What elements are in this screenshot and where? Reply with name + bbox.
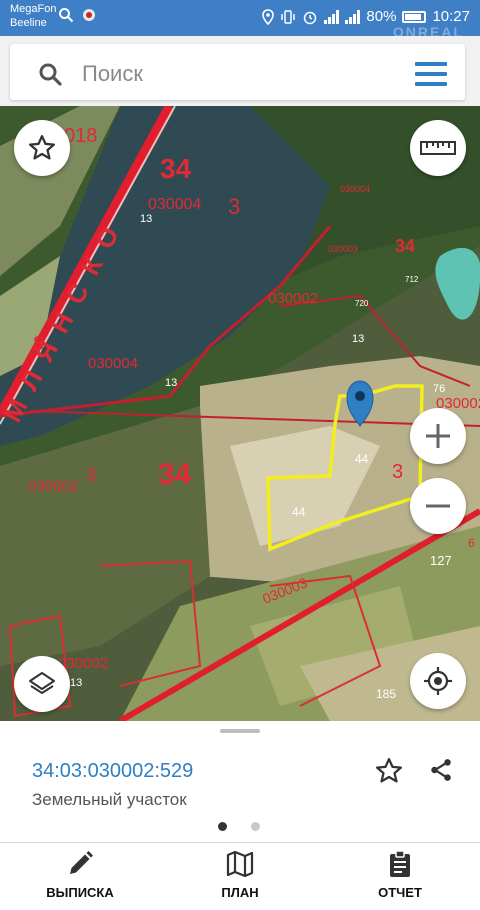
- map-label-720: 720: [355, 299, 369, 308]
- signal-2-icon: [345, 9, 361, 24]
- tab-extract-label: ВЫПИСКА: [46, 885, 114, 900]
- map-label-030002-left: 030002: [28, 478, 78, 495]
- signal-1-icon: [324, 9, 340, 24]
- tab-plan[interactable]: ПЛАН: [160, 843, 320, 910]
- map-label-13-c: 13: [352, 333, 364, 345]
- map-label-44-b: 44: [292, 505, 306, 519]
- zoom-in-button[interactable]: [410, 408, 466, 464]
- tab-plan-label: ПЛАН: [221, 885, 259, 900]
- page-dot[interactable]: [251, 822, 260, 831]
- clipboard-icon: [390, 850, 410, 877]
- location-icon: [262, 8, 275, 25]
- plus-icon: [426, 424, 450, 448]
- search-input[interactable]: Поиск: [82, 61, 143, 87]
- map-label-44-a: 44: [355, 452, 369, 466]
- page-dot-active[interactable]: [218, 822, 227, 831]
- bottom-sheet-handle[interactable]: [220, 729, 260, 733]
- map-label-127: 127: [430, 553, 452, 568]
- carrier-names: MegaFon Beeline: [10, 2, 56, 30]
- alarm-icon: [304, 11, 317, 24]
- favorite-map-button[interactable]: [14, 120, 70, 176]
- bottom-tab-bar: ВЫПИСКА ПЛАН ОТЧЕТ: [0, 842, 480, 910]
- tab-report[interactable]: ОТЧЕТ: [320, 843, 480, 910]
- clock: 10:27: [432, 8, 470, 25]
- layers-button[interactable]: [14, 656, 70, 712]
- vibrate-icon: [281, 9, 296, 24]
- carrier-2: Beeline: [10, 17, 47, 29]
- map-label-3-left: 3: [86, 465, 96, 485]
- search-header: Поиск: [0, 36, 480, 106]
- map-label-13-b: 13: [165, 377, 177, 389]
- battery-percent: 80%: [366, 8, 397, 25]
- map-label-13-a: 13: [140, 213, 152, 225]
- map-label-34-right: 34: [395, 236, 415, 256]
- share-icon[interactable]: [428, 757, 454, 783]
- status-bar: MegaFon Beeline 80% 10:27 ONREAL: [0, 0, 480, 40]
- map-icon: [226, 850, 254, 878]
- star-icon: [29, 135, 55, 160]
- map-label-030003-small: 030003: [328, 244, 358, 254]
- map-label-030002-top: 030002: [268, 290, 318, 307]
- layers-icon: [29, 672, 55, 694]
- menu-icon[interactable]: [415, 62, 447, 86]
- pencil-icon: [70, 851, 93, 874]
- zoom-out-button[interactable]: [410, 478, 466, 534]
- map-label-3-top: 3: [228, 194, 240, 219]
- ruler-button[interactable]: [410, 120, 466, 176]
- cadastral-number[interactable]: 34:03:030002:529: [32, 760, 193, 783]
- search-icon[interactable]: [38, 62, 62, 86]
- satellite-map: 34 34 34 3 3 3 030004 030004 030002 0300…: [0, 106, 480, 721]
- map-label-34-top: 34: [160, 153, 192, 184]
- tab-report-label: ОТЧЕТ: [378, 885, 422, 900]
- map-view[interactable]: 34 34 34 3 3 3 030004 030004 030002 0300…: [0, 106, 480, 721]
- carrier-1: MegaFon: [10, 3, 57, 15]
- ruler-icon: [420, 141, 456, 155]
- minus-icon: [426, 504, 450, 508]
- app-notification-icon: [83, 9, 95, 21]
- map-label-34-center: 34: [158, 458, 192, 491]
- my-location-button[interactable]: [410, 653, 466, 709]
- map-label-3-right: 3: [392, 461, 403, 483]
- map-label-13-d: 13: [70, 677, 82, 689]
- battery-icon: [402, 10, 427, 23]
- map-label-6: 6: [468, 536, 475, 550]
- page-indicator: [218, 822, 260, 831]
- map-label-76: 76: [433, 383, 445, 395]
- map-label-030004-mid: 030004: [88, 355, 138, 372]
- map-label-712: 712: [405, 275, 419, 284]
- crosshair-icon: [424, 667, 452, 695]
- map-label-030004-small: 030004: [340, 184, 370, 194]
- map-label-030004-top: 030004: [148, 196, 201, 213]
- tab-extract[interactable]: ВЫПИСКА: [0, 843, 160, 910]
- search-notification-icon: [59, 8, 74, 23]
- map-label-185: 185: [376, 687, 396, 701]
- parcel-type: Земельный участок: [32, 790, 187, 809]
- search-bar[interactable]: Поиск: [10, 44, 465, 100]
- favorite-star-icon[interactable]: [374, 756, 404, 786]
